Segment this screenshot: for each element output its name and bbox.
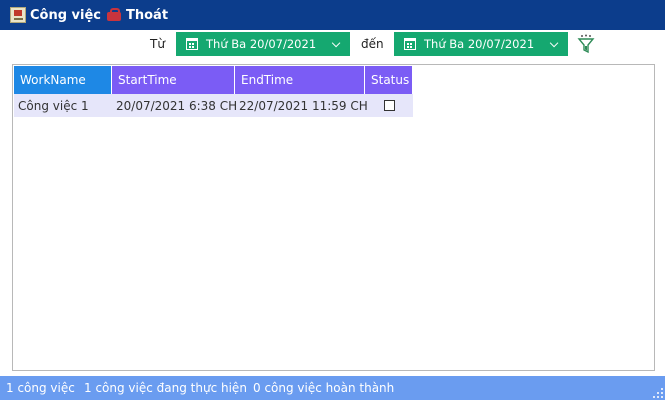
status-total: 1 công việc: [6, 381, 75, 395]
exit-icon: [106, 7, 122, 23]
column-header-label: EndTime: [241, 73, 294, 87]
column-header-label: WorkName: [20, 73, 86, 87]
cell-workname[interactable]: Công việc 1: [14, 94, 112, 117]
status-done: 0 công việc hoàn thành: [253, 381, 395, 395]
from-label: Từ: [150, 37, 165, 51]
table-row[interactable]: Công việc 1 20/07/2021 6:38 CH 22/07/202…: [14, 94, 413, 117]
column-header-status[interactable]: Status: [365, 66, 413, 94]
menu-work-label: Công việc: [30, 7, 102, 23]
calendar-icon: [404, 38, 416, 50]
task-grid[interactable]: WorkName StartTime EndTime Status Công v…: [12, 64, 655, 371]
cell-status[interactable]: [365, 94, 413, 117]
chevron-down-icon[interactable]: ⌵: [546, 37, 562, 51]
column-header-endtime[interactable]: EndTime: [235, 66, 365, 94]
column-header-label: StartTime: [118, 73, 177, 87]
status-checkbox[interactable]: [383, 100, 395, 111]
menu-exit[interactable]: Thoát: [106, 0, 168, 30]
task-icon: [10, 7, 26, 23]
to-date-value: Thứ Ba 20/07/2021: [424, 37, 535, 51]
from-date-picker[interactable]: Thứ Ba 20/07/2021 ⌵: [176, 32, 350, 56]
cell-starttime[interactable]: 20/07/2021 6:38 CH: [112, 94, 237, 117]
menu-work[interactable]: Công việc: [10, 0, 101, 30]
column-header-starttime[interactable]: StartTime: [112, 66, 235, 94]
to-label: đến: [361, 37, 384, 51]
status-in-progress: 1 công việc đang thực hiện: [84, 381, 247, 395]
from-date-value: Thứ Ba 20/07/2021: [206, 37, 317, 51]
filter-icon[interactable]: [577, 34, 595, 54]
menu-bar: Công việc Thoát: [0, 0, 665, 30]
calendar-icon: [186, 38, 198, 50]
column-header-workname[interactable]: WorkName: [14, 66, 112, 94]
column-header-label: Status: [371, 73, 410, 87]
cell-endtime[interactable]: 22/07/2021 11:59 CH: [235, 94, 368, 117]
status-bar: 1 công việc 1 công việc đang thực hiện 0…: [0, 376, 665, 400]
resize-grip-icon[interactable]: [653, 388, 663, 398]
to-date-picker[interactable]: Thứ Ba 20/07/2021 ⌵: [394, 32, 568, 56]
chevron-down-icon[interactable]: ⌵: [328, 37, 344, 51]
menu-exit-label: Thoát: [126, 7, 169, 23]
